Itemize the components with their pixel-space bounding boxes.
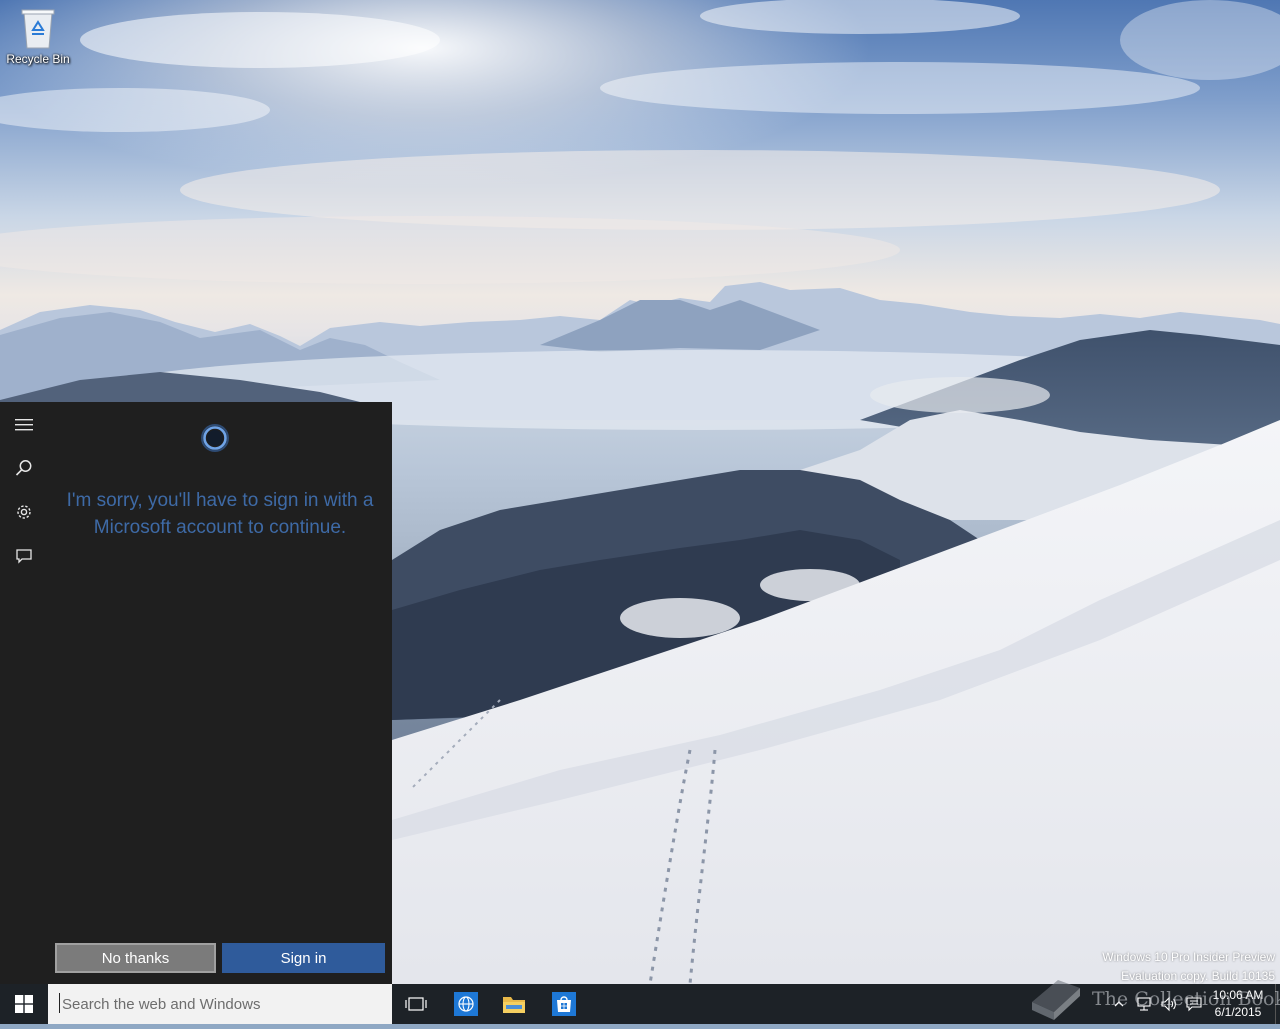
cortana-panel: I'm sorry, you'll have to sign in with a… bbox=[0, 402, 392, 984]
feedback-icon bbox=[16, 549, 32, 564]
cortana-rail bbox=[0, 402, 48, 984]
desktop-icon-recycle-bin[interactable]: Recycle Bin bbox=[4, 6, 72, 66]
recycle-bin-icon bbox=[18, 6, 58, 50]
gear-icon bbox=[17, 505, 31, 519]
no-thanks-button[interactable]: No thanks bbox=[55, 943, 216, 973]
cortana-message: I'm sorry, you'll have to sign in with a… bbox=[66, 490, 374, 538]
taskbar-app-file-explorer[interactable] bbox=[490, 984, 538, 1024]
cortana-logo-icon bbox=[201, 424, 229, 452]
task-view-button[interactable] bbox=[392, 984, 440, 1024]
search-input[interactable] bbox=[60, 994, 384, 1014]
task-view-icon bbox=[405, 997, 427, 1011]
windows-logo-icon bbox=[15, 995, 33, 1013]
taskbar-search-box[interactable] bbox=[48, 984, 392, 1024]
taskbar-app-store[interactable] bbox=[540, 984, 588, 1024]
sign-in-button[interactable]: Sign in bbox=[222, 943, 385, 973]
site-watermark: The Collection Book bbox=[1028, 972, 1280, 1024]
settings-button[interactable] bbox=[0, 494, 48, 530]
desktop-icon-label: Recycle Bin bbox=[6, 52, 70, 66]
site-watermark-text: The Collection Book bbox=[1092, 988, 1280, 1010]
folder-icon bbox=[503, 997, 525, 1013]
search-icon bbox=[15, 460, 32, 476]
search-button[interactable] bbox=[0, 450, 48, 486]
globe-icon bbox=[454, 992, 478, 1016]
start-button[interactable] bbox=[0, 984, 48, 1024]
store-icon bbox=[552, 992, 576, 1016]
taskbar-app-browser[interactable] bbox=[442, 984, 490, 1024]
hamburger-icon bbox=[15, 419, 33, 431]
book-icon bbox=[1032, 980, 1080, 1020]
feedback-button[interactable] bbox=[0, 538, 48, 574]
text-caret bbox=[59, 993, 60, 1013]
watermark-edition: Windows 10 Pro Insider Preview bbox=[1102, 950, 1275, 964]
hamburger-menu-button[interactable] bbox=[0, 407, 48, 443]
